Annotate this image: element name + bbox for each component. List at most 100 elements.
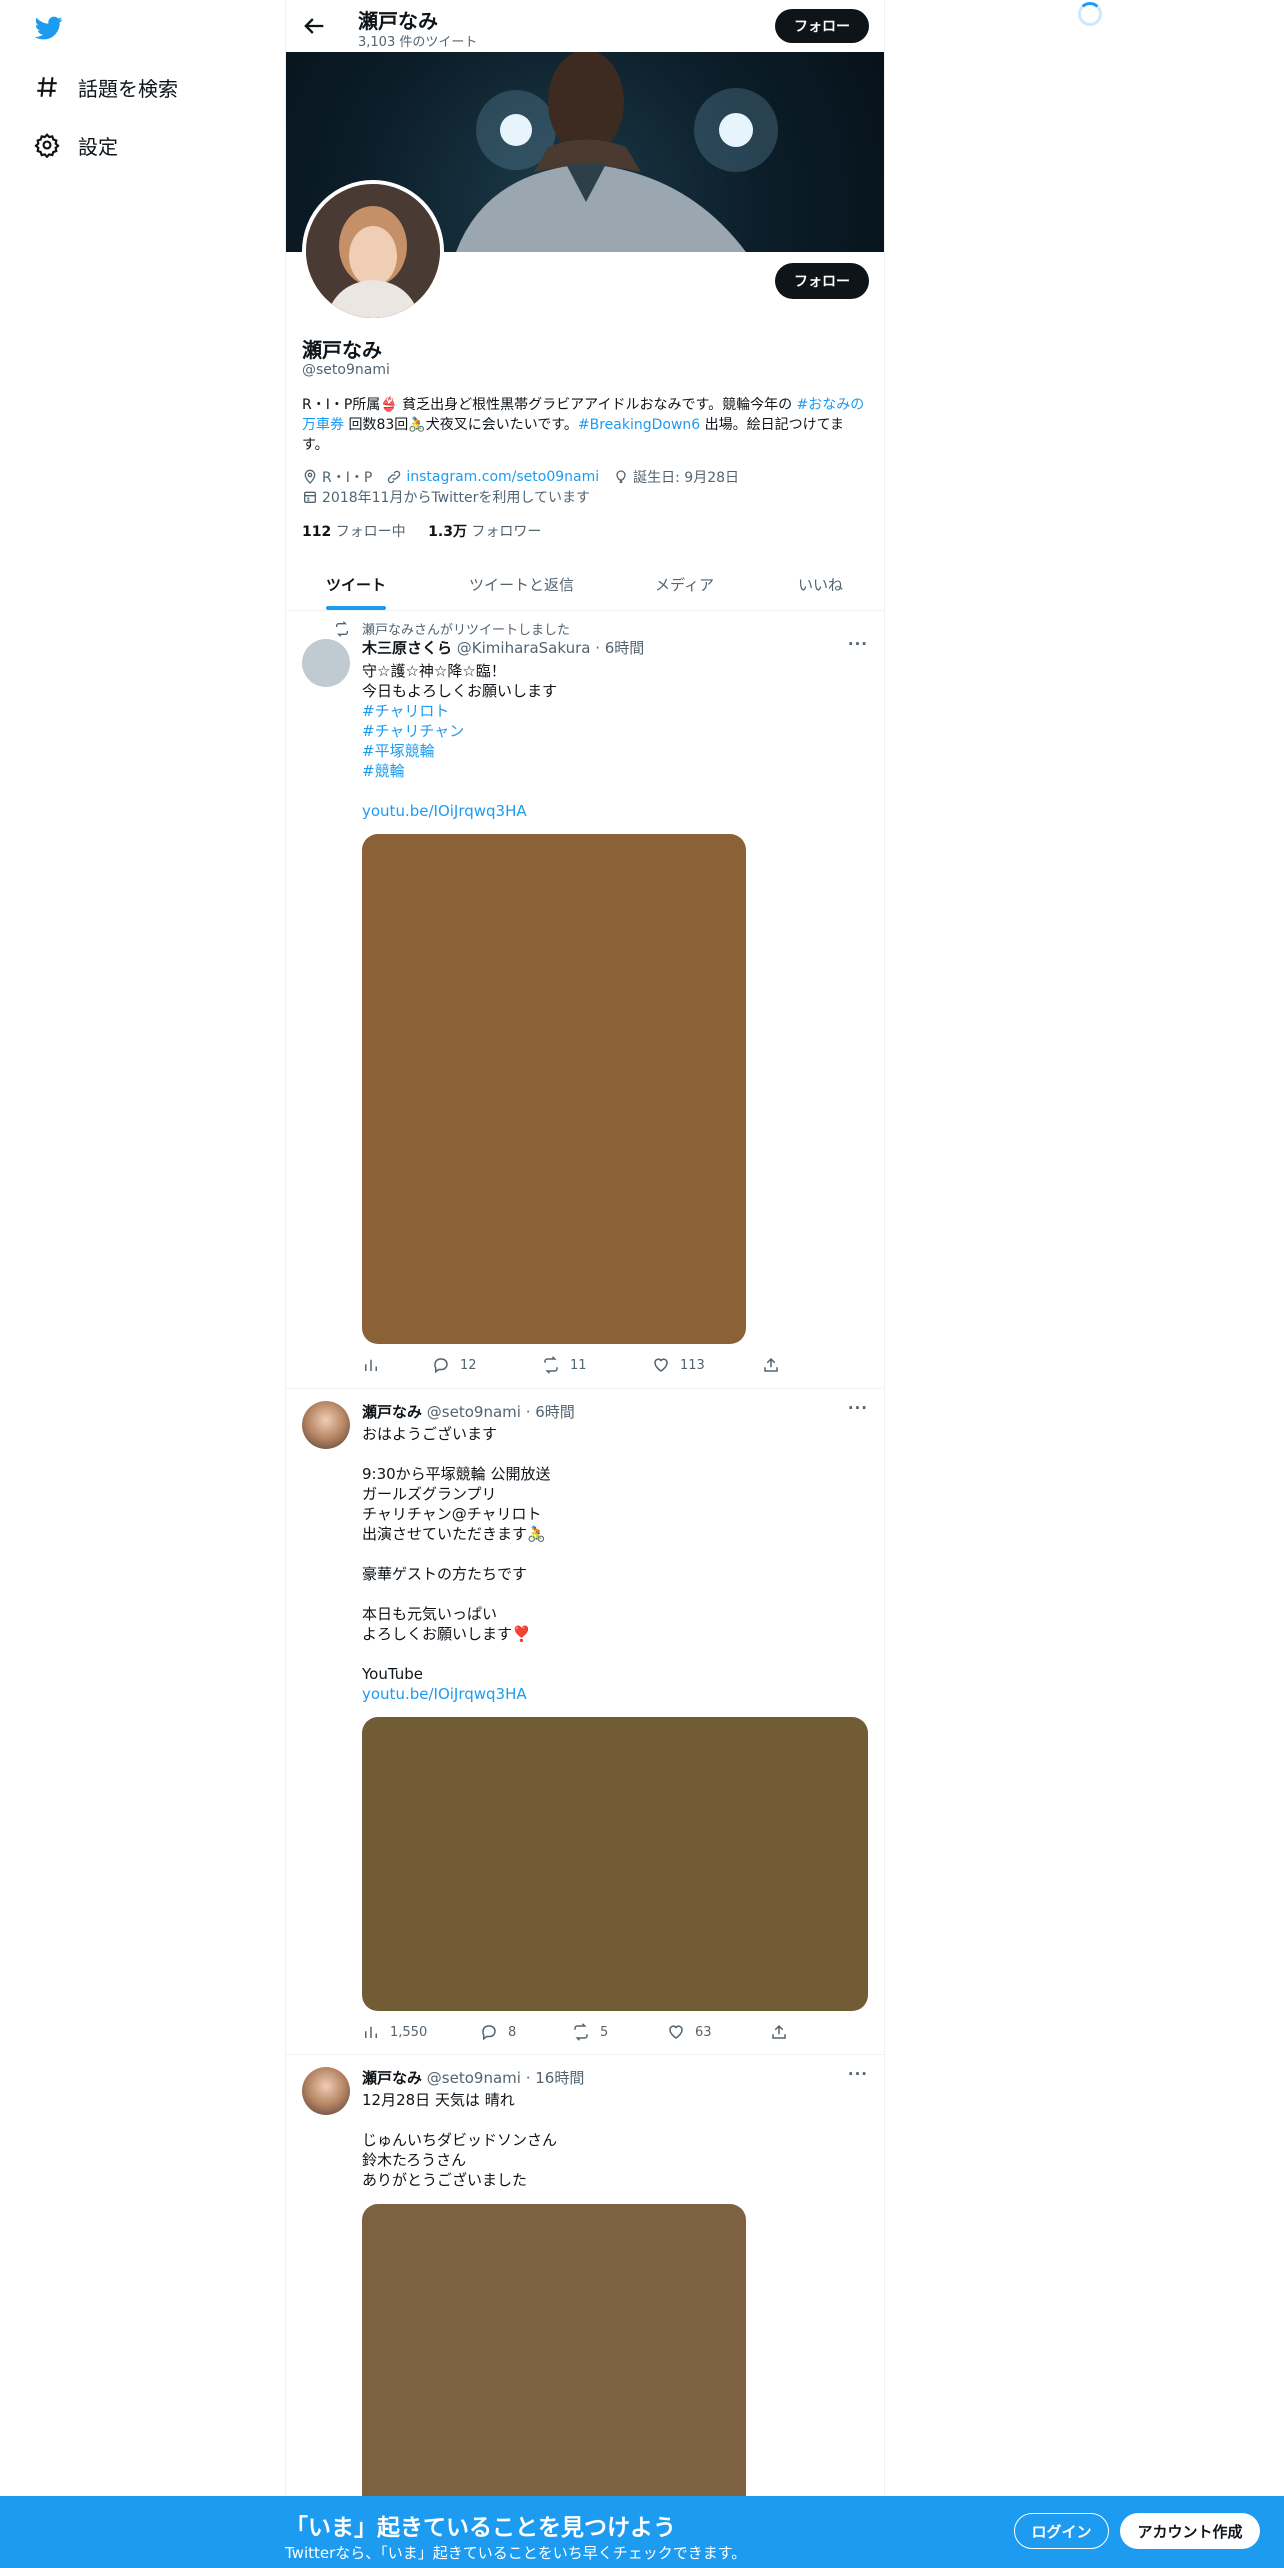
header-follow-button[interactable]: フォロー — [775, 9, 869, 43]
tweet-line: おはようございます — [362, 1425, 498, 1443]
bio-text: 回数83回🚴犬夜叉に会いたいです。 — [344, 417, 578, 433]
like-count: 113 — [680, 1357, 705, 1373]
like-count: 63 — [695, 2024, 712, 2040]
more-options-icon[interactable]: ··· — [848, 2065, 868, 2083]
tweet-text: 12月28日 天気は 晴れ じゅんいちダビッドソンさん 鈴木たろうさん ありがと… — [362, 2090, 862, 2190]
tweet-author-handle[interactable]: @seto9nami — [427, 1403, 521, 1421]
reply-count: 8 — [508, 2024, 517, 2040]
header-name: 瀬戸なみ — [358, 9, 438, 33]
tweet-author-avatar[interactable] — [302, 2067, 350, 2115]
reply-button[interactable]: 12 — [432, 1356, 477, 1374]
profile-column: 瀬戸なみ 3,103 件のツイート フォロー フォロー 瀬戸なみ @seto9n… — [285, 0, 885, 2568]
link-icon — [388, 470, 401, 484]
header-tweet-count: 3,103 件のツイート — [358, 35, 478, 50]
signup-button[interactable]: アカウント作成 — [1120, 2513, 1260, 2549]
retweet-button[interactable]: 11 — [542, 1356, 587, 1374]
retweet-context: 瀬戸なみさんがリツイートしました — [334, 619, 570, 638]
signup-banner: 「いま」起きていることを見つけよう Twitterなら、「いま」起きていることを… — [0, 2496, 1284, 2568]
share-icon — [772, 2024, 786, 2039]
tweet-url-link[interactable]: youtu.be/IOiJrqwq3HA — [362, 1685, 527, 1703]
tab-tweets[interactable]: ツイート — [326, 558, 386, 610]
share-button[interactable] — [770, 2023, 798, 2041]
login-button[interactable]: ログイン — [1014, 2513, 1109, 2549]
nav-settings[interactable]: 設定 — [34, 125, 118, 165]
tab-tweets-and-replies[interactable]: ツイートと返信 — [469, 558, 574, 610]
heart-icon — [654, 1358, 668, 1372]
profile-joined-row: 2018年11月からTwitterを利用しています — [302, 487, 590, 507]
tweet-author-name[interactable]: 木三原さくら — [362, 639, 452, 657]
tweet-card[interactable]: 瀬戸なみさんがリツイートしました 木三原さくら @KimiharaSakura … — [286, 611, 884, 1389]
tab-likes[interactable]: いいね — [798, 558, 843, 610]
views-button[interactable]: 1,550 — [362, 2023, 427, 2041]
reply-icon — [434, 1358, 448, 1374]
profile-header-bar: 瀬戸なみ 3,103 件のツイート フォロー — [286, 0, 884, 52]
back-arrow-icon[interactable] — [300, 12, 328, 40]
tweet-time[interactable]: 6時間 — [605, 639, 645, 657]
profile-avatar[interactable] — [302, 180, 444, 322]
more-options-icon[interactable]: ··· — [848, 1399, 868, 1417]
tweet-line: 守☆護☆神☆降☆臨！ — [362, 662, 506, 680]
bio-hashtag-link[interactable]: #BreakingDown6 — [578, 417, 700, 433]
hashtag-icon — [37, 77, 57, 97]
nav-settings-label: 設定 — [78, 134, 118, 159]
following-link[interactable]: 112 フォロー中 — [302, 524, 406, 540]
tweet-line: 9:30から平塚競輪 公開放送 — [362, 1465, 551, 1483]
profile-website-link[interactable]: instagram.com/seto09nami — [406, 469, 599, 485]
tweet-time[interactable]: 6時間 — [535, 1403, 575, 1421]
tweet-card[interactable]: 瀬戸なみ @seto9nami · 6時間 ··· おはようございます 9:30… — [286, 1389, 884, 2055]
retweet-icon — [336, 620, 348, 637]
heart-icon — [669, 2025, 683, 2039]
bio-text: R・I・P所属👙 貧乏出身ど根性黒帯グラビアアイドルおなみです。競輪今年の — [302, 397, 797, 413]
gear-icon — [34, 133, 60, 158]
tab-media[interactable]: メディア — [655, 558, 714, 610]
tweet-header: 瀬戸なみ @seto9nami · 16時間 — [362, 2069, 585, 2087]
like-button[interactable]: 113 — [652, 1356, 705, 1374]
profile-meta-row: R・I・P instagram.com/seto09nami 誕生日: 9月28… — [302, 467, 739, 487]
tweet-header: 瀬戸なみ @seto9nami · 6時間 — [362, 1403, 575, 1421]
more-options-icon[interactable]: ··· — [848, 635, 868, 653]
tweet-url-link[interactable]: youtu.be/IOiJrqwq3HA — [362, 802, 527, 820]
tweet-author-handle[interactable]: @KimiharaSakura — [457, 639, 591, 657]
tweet-line: チャリチャン@チャリロト — [362, 1505, 542, 1523]
tweet-author-handle[interactable]: @seto9nami — [427, 2069, 521, 2087]
tweet-text: おはようございます 9:30から平塚競輪 公開放送 ガールズグランプリ チャリチ… — [362, 1424, 862, 1704]
tweet-line: ガールズグランプリ — [362, 1485, 497, 1503]
tweet-author-name[interactable]: 瀬戸なみ — [362, 2069, 422, 2087]
like-button[interactable]: 63 — [667, 2023, 712, 2041]
reply-count: 12 — [460, 1357, 477, 1373]
profile-location: R・I・P — [322, 470, 373, 486]
share-button[interactable] — [762, 1356, 790, 1374]
profile-birthday: 誕生日: 9月28日 — [633, 470, 740, 486]
tweet-line: じゅんいちダビッドソンさん — [362, 2131, 558, 2149]
followers-count: 1.3万 — [428, 524, 467, 540]
followers-label: フォロワー — [471, 524, 542, 540]
twitter-logo-icon[interactable] — [33, 14, 65, 42]
reply-button[interactable]: 8 — [480, 2023, 516, 2041]
profile-follow-button[interactable]: フォロー — [775, 263, 869, 299]
tweet-media[interactable] — [362, 1717, 868, 2011]
tweet-hashtag-link[interactable]: #競輪 — [362, 762, 405, 780]
nav-explore[interactable]: 話題を検索 — [34, 67, 178, 107]
tweet-actions: 12 11 113 — [362, 1356, 802, 1376]
tweet-line: YouTube — [362, 1665, 423, 1683]
tweet-card[interactable]: 瀬戸なみ @seto9nami · 16時間 ··· 12月28日 天気は 晴れ… — [286, 2055, 884, 2568]
tweet-author-avatar[interactable] — [302, 639, 350, 687]
tweet-author-name[interactable]: 瀬戸なみ — [362, 1403, 422, 1421]
retweet-context-label: 瀬戸なみさんがリツイートしました — [362, 623, 571, 638]
tweet-hashtag-link[interactable]: #チャリチャン — [362, 722, 464, 740]
analytics-icon — [365, 1359, 377, 1371]
balloon-icon — [616, 470, 626, 483]
tweet-hashtag-link[interactable]: #チャリロト — [362, 702, 449, 720]
tweet-hashtag-link[interactable]: #平塚競輪 — [362, 742, 435, 760]
avatar-image — [306, 184, 440, 318]
tweet-text: 守☆護☆神☆降☆臨！ 今日もよろしくお願いします #チャリロト #チャリチャン … — [362, 661, 862, 821]
tweet-media[interactable] — [362, 834, 746, 1344]
tweet-line: 豪華ゲストの方たちです — [362, 1565, 528, 1583]
followers-link[interactable]: 1.3万 フォロワー — [428, 524, 541, 540]
profile-name: 瀬戸なみ — [302, 338, 382, 362]
following-label: フォロー中 — [335, 524, 406, 540]
tweet-time[interactable]: 16時間 — [535, 2069, 584, 2087]
tweet-author-avatar[interactable] — [302, 1401, 350, 1449]
views-button[interactable] — [362, 1356, 390, 1374]
retweet-button[interactable]: 5 — [572, 2023, 608, 2041]
